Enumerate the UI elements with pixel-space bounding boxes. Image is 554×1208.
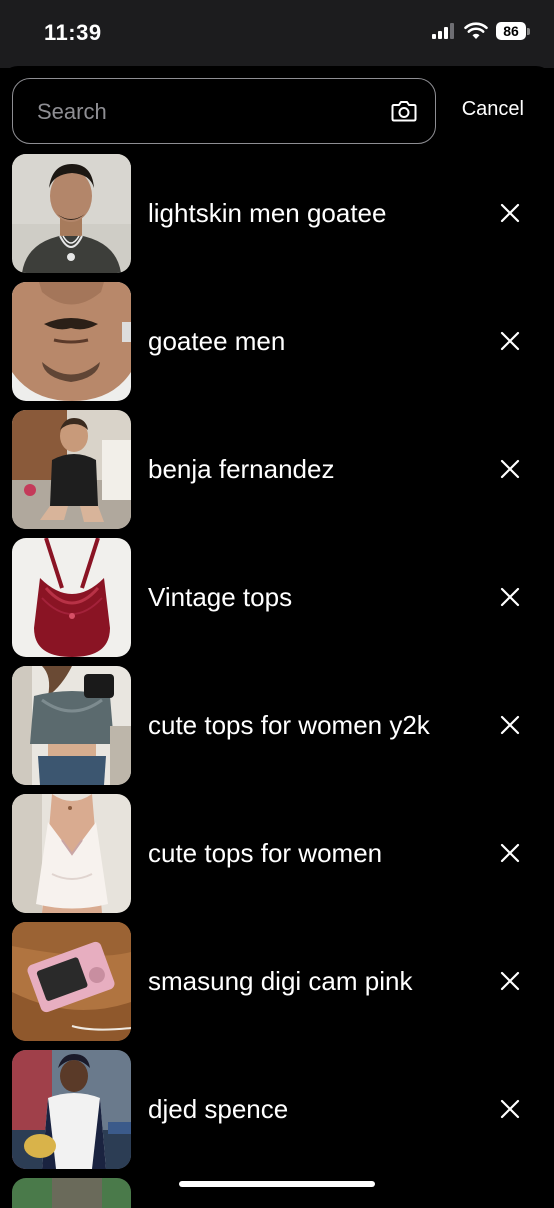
close-icon[interactable] — [498, 841, 522, 865]
list-item[interactable]: smasung digi cam pink — [12, 922, 554, 1050]
battery-icon: 86 — [496, 22, 530, 40]
search-sheet: Cancel lightskin men goatee — [0, 66, 554, 1208]
list-item[interactable]: benja fernandez — [12, 410, 554, 538]
close-icon[interactable] — [498, 329, 522, 353]
search-term-label: goatee men — [148, 326, 286, 356]
battery-level: 86 — [496, 22, 526, 40]
search-box[interactable] — [12, 78, 436, 145]
status-time: 11:39 — [44, 20, 102, 45]
thumbnail-footballer-trophy — [12, 1050, 131, 1169]
cancel-button[interactable]: Cancel — [462, 98, 524, 121]
list-item[interactable]: cute tops for women — [12, 794, 554, 922]
thumbnail-red-halter-top — [12, 538, 131, 657]
search-row: Cancel — [12, 78, 542, 145]
thumbnail-partial — [12, 1178, 131, 1208]
search-input[interactable] — [35, 79, 379, 145]
list-item[interactable]: lightskin men goatee — [12, 154, 554, 282]
status-bar: 11:39 86 — [0, 0, 554, 68]
signal-icon — [432, 23, 454, 39]
close-icon[interactable] — [498, 457, 522, 481]
list-item[interactable]: djed spence — [12, 1050, 554, 1178]
search-term-label: smasung digi cam pink — [148, 966, 413, 996]
home-indicator — [179, 1181, 375, 1187]
list-item[interactable]: Vintage tops — [12, 538, 554, 666]
thumbnail-face-closeup — [12, 282, 131, 401]
close-icon[interactable] — [498, 585, 522, 609]
thumbnail-toddler-photo — [12, 410, 131, 529]
battery-tip — [527, 27, 530, 35]
thumbnail-man-portrait — [12, 154, 131, 273]
thumbnail-mirror-selfie — [12, 666, 131, 785]
recent-searches-list: lightskin men goatee goatee men benja fe… — [12, 154, 554, 1208]
thumbnail-white-halter-top — [12, 794, 131, 913]
close-icon[interactable] — [498, 1097, 522, 1121]
search-term-label: cute tops for women — [148, 838, 383, 868]
thumbnail-pink-camera — [12, 922, 131, 1041]
search-term-label: benja fernandez — [148, 454, 335, 484]
close-icon[interactable] — [498, 201, 522, 225]
list-item[interactable]: cute tops for women y2k — [12, 666, 554, 794]
list-item[interactable]: goatee men — [12, 282, 554, 410]
wifi-icon — [464, 22, 488, 39]
close-icon[interactable] — [498, 713, 522, 737]
close-icon[interactable] — [498, 969, 522, 993]
camera-icon[interactable] — [391, 99, 417, 123]
search-term-label: djed spence — [148, 1094, 289, 1124]
search-term-label: lightskin men goatee — [148, 198, 387, 228]
search-term-label: cute tops for women y2k — [148, 710, 430, 740]
status-icons: 86 — [432, 22, 530, 40]
search-term-label: Vintage tops — [148, 582, 293, 612]
